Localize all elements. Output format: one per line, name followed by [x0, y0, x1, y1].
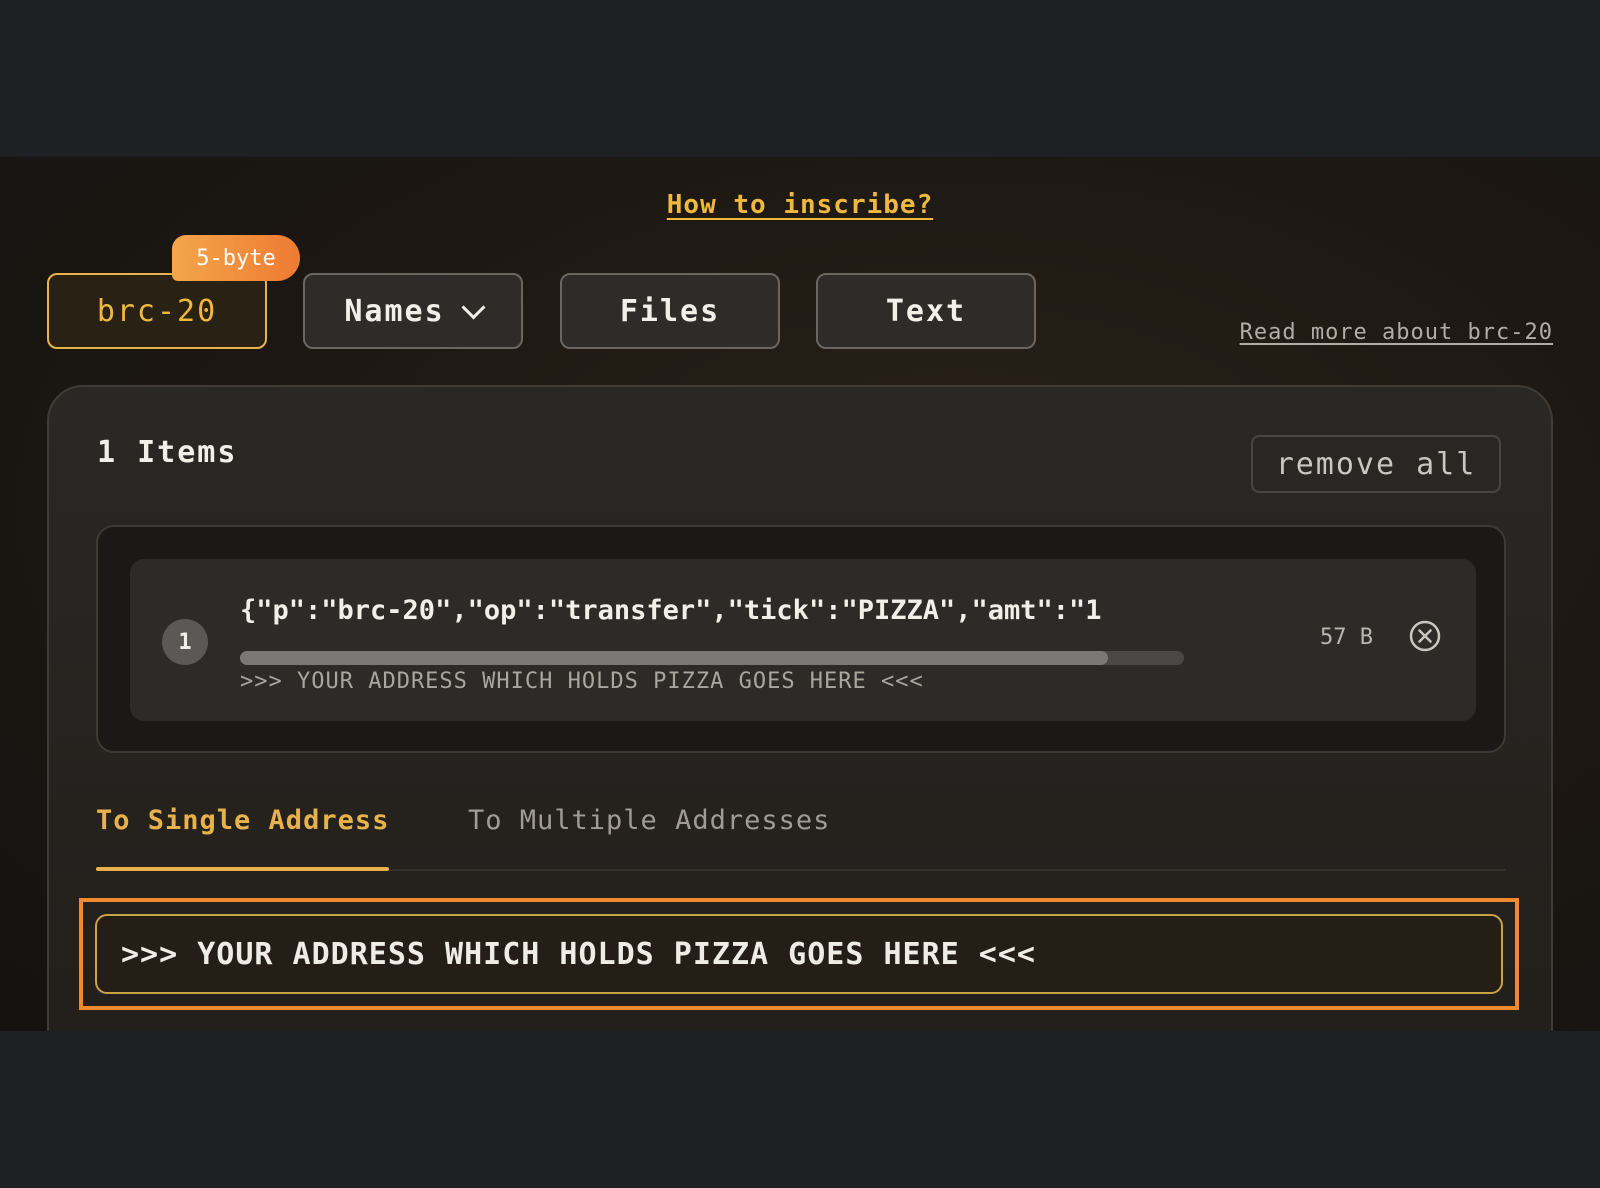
tab-names[interactable]: Names	[303, 273, 523, 349]
item-content: {"p":"brc-20","op":"transfer","tick":"PI…	[240, 595, 1102, 626]
list-item: 1 {"p":"brc-20","op":"transfer","tick":"…	[130, 559, 1476, 721]
tab-multiple-addresses[interactable]: To Multiple Addresses	[468, 805, 830, 836]
remove-all-button[interactable]: remove all	[1251, 435, 1501, 493]
items-count-title: 1 Items	[97, 435, 238, 470]
chevron-down-icon	[461, 294, 486, 320]
item-size: 57 B	[1320, 625, 1373, 650]
item-progress-fill	[240, 651, 1109, 665]
tab-files-label: Files	[619, 293, 721, 329]
close-circle-icon[interactable]	[1408, 619, 1442, 653]
tab-brc20-label: brc-20	[96, 293, 218, 329]
destination-tabs: To Single Address To Multiple Addresses	[96, 785, 1506, 871]
items-list: 1 {"p":"brc-20","op":"transfer","tick":"…	[96, 525, 1506, 753]
receive-address-input[interactable]	[95, 914, 1503, 994]
tab-names-label: Names	[344, 293, 445, 329]
item-address: >>> YOUR ADDRESS WHICH HOLDS PIZZA GOES …	[240, 669, 924, 694]
item-progress-bar	[240, 651, 1184, 665]
tab-single-address[interactable]: To Single Address	[96, 805, 390, 871]
tab-text-label: Text	[885, 293, 967, 329]
five-byte-badge: 5-byte	[172, 235, 300, 281]
how-to-inscribe-link[interactable]: How to inscribe?	[0, 190, 1600, 220]
tab-text[interactable]: Text	[816, 273, 1036, 349]
read-more-link[interactable]: Read more about brc-20	[1240, 320, 1553, 345]
tab-brc20[interactable]: brc-20	[47, 273, 267, 349]
item-index-badge: 1	[162, 619, 208, 665]
tab-files[interactable]: Files	[560, 273, 780, 349]
